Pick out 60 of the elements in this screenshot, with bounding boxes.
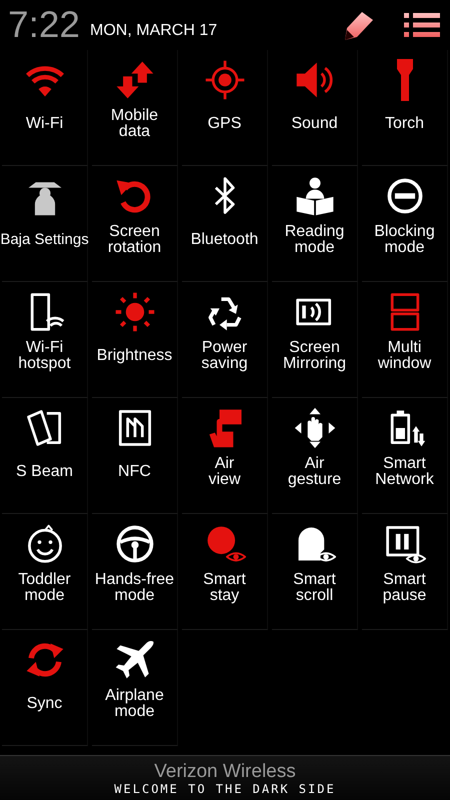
pencil-icon [342,10,376,40]
tile-label: Torch [384,114,426,134]
tile-label: Smart scroll [292,570,337,606]
tile-label: Mobile data [110,106,160,142]
quick-setting-tile[interactable]: Smart stay [182,514,268,630]
quick-setting-tile[interactable]: GPS [182,50,268,166]
tile-label: Air gesture [286,454,342,490]
tile-label: Reading mode [284,222,346,258]
quick-setting-tile[interactable]: NFC [92,398,178,514]
quick-setting-tile[interactable]: Bluetooth [182,166,268,282]
tile-label: Hands-free mode [94,570,176,606]
list-icon [404,11,440,39]
tile-label: Smart pause [382,570,428,606]
quick-setting-tile[interactable]: Airplane mode [92,630,178,746]
quick-setting-tile[interactable]: Blocking mode [362,166,448,282]
tile-label: Air view [207,454,242,490]
tile-label: Wi-Fi hotspot [17,338,72,374]
date-text: MON, MARCH 17 [90,22,218,40]
tile-label: Smart Network [374,454,435,490]
slogan-text: WELCOME TO THE DARK SIDE [114,782,336,796]
quick-setting-tile[interactable]: Smart Network [362,398,448,514]
quick-setting-tile[interactable]: Brightness [92,282,178,398]
quick-setting-tile[interactable]: Smart pause [362,514,448,630]
tile-label: Baja Settings [0,230,89,250]
tile-label: Toddler mode [17,570,72,606]
quick-setting-tile[interactable]: Sound [272,50,358,166]
tile-label: Multi window [376,338,432,374]
tile-label: Screen Mirroring [282,338,348,374]
tile-label: GPS [206,114,242,134]
quick-setting-tile[interactable]: Mobile data [92,50,178,166]
quick-setting-tile[interactable]: Smart scroll [272,514,358,630]
tile-label: Bluetooth [190,230,260,250]
clock-time: 7:22 [8,5,80,45]
quick-setting-tile[interactable]: Power saving [182,282,268,398]
quick-setting-tile[interactable]: Air view [182,398,268,514]
tile-label: Screen rotation [106,222,162,258]
tile-label: Smart stay [202,570,247,606]
tile-label: Airplane mode [104,686,165,722]
quick-setting-tile[interactable]: Sync [2,630,88,746]
quick-setting-tile[interactable]: Wi-Fi hotspot [2,282,88,398]
tile-label: Wi-Fi [24,114,64,134]
quick-setting-tile[interactable]: S Beam [2,398,88,514]
tile-label: Sync [26,694,64,714]
quick-setting-tile[interactable]: Air gesture [272,398,358,514]
quick-setting-tile[interactable]: Toddler mode [2,514,88,630]
tile-label: NFC [117,462,152,482]
quick-setting-tile[interactable]: Reading mode [272,166,358,282]
quick-setting-tile[interactable]: Multi window [362,282,448,398]
quick-setting-tile[interactable]: Baja Settings [2,166,88,282]
tile-label: S Beam [15,462,74,482]
quick-setting-tile[interactable]: Hands-free mode [92,514,178,630]
tile-label: Blocking mode [373,222,436,258]
carrier-name: Verizon Wireless [154,760,296,782]
quick-setting-tile[interactable]: Torch [362,50,448,166]
quick-setting-tile[interactable]: Screen Mirroring [272,282,358,398]
tile-label: Sound [290,114,339,134]
tile-label: Brightness [96,346,174,366]
quick-setting-tile[interactable]: Screen rotation [92,166,178,282]
tile-label: Power saving [200,338,249,374]
quick-setting-tile[interactable]: Wi-Fi [2,50,88,166]
